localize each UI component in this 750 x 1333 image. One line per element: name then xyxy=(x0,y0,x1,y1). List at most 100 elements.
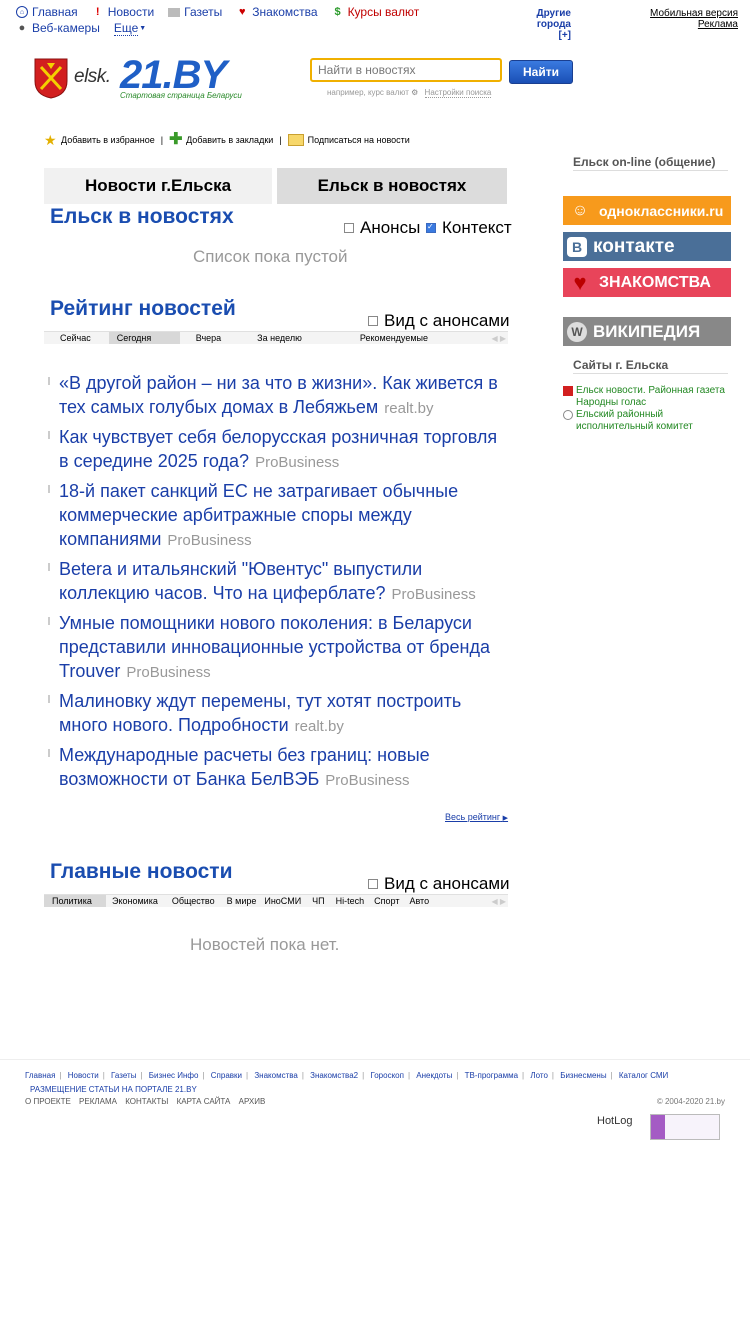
chevron-right-icon: ▶ xyxy=(502,815,509,822)
footer-link[interactable]: Бизнес Инфо xyxy=(149,1071,199,1080)
cat-hitech[interactable]: Hi-tech xyxy=(332,895,369,907)
chevron-down-icon: ▼ xyxy=(139,24,147,32)
city-logo-text: elsk. xyxy=(74,66,111,87)
footer-sub-links: О ПРОЕКТЕ РЕКЛАМА КОНТАКТЫ КАРТА САЙТА А… xyxy=(25,1097,271,1106)
nav-webcams[interactable]: ● Веб-камеры xyxy=(16,21,100,35)
nav-home[interactable]: ⌂ Главная xyxy=(16,5,78,19)
place-article-link[interactable]: РАЗМЕЩЕНИЕ СТАТЬИ НА ПОРТАЛЕ 21.BY xyxy=(30,1085,197,1094)
footer-link[interactable]: Каталог СМИ xyxy=(619,1071,668,1080)
site-link-newspaper[interactable]: Ельск новости. Районная газета Народны г… xyxy=(563,385,728,409)
nav-currency[interactable]: $ Курсы валют xyxy=(332,5,420,19)
other-cities-link[interactable]: Другие города [+] xyxy=(505,8,571,41)
all-rating-link[interactable]: Весь рейтинг ▶ xyxy=(445,812,508,822)
list-item[interactable]: Умные помощники нового поколения: в Бела… xyxy=(48,611,508,685)
mobile-version-link[interactable]: Мобильная версия xyxy=(650,8,738,19)
ads-link[interactable]: Реклама xyxy=(650,19,738,30)
odnoklassniki-icon: ☺ xyxy=(571,201,589,219)
add-favorite-link[interactable]: ★ Добавить в избранное xyxy=(44,133,155,147)
main-announce-checkbox[interactable]: Вид с анонсами xyxy=(368,874,510,894)
footer-link[interactable]: Анекдоты xyxy=(416,1071,452,1080)
vkontakte-banner[interactable]: Bконтакте xyxy=(563,232,731,261)
heart-icon: ♥ xyxy=(239,6,246,18)
list-item[interactable]: Международные расчеты без границ: новые … xyxy=(48,743,508,793)
scroll-arrows-icon[interactable]: ◀ ▶ xyxy=(491,334,508,343)
footer-divider xyxy=(0,1059,750,1060)
mobile-links: Мобильная версия Реклама xyxy=(650,8,738,30)
period-today[interactable]: Сегодня xyxy=(108,332,180,344)
star-icon: ★ xyxy=(44,132,57,148)
rating-announce-checkbox[interactable]: Вид с анонсами xyxy=(368,311,510,331)
context-checkbox[interactable]: Контекст xyxy=(426,218,512,238)
list-item[interactable]: Как чувствует себя белорусская розничная… xyxy=(48,425,508,475)
search-button[interactable]: Найти xyxy=(509,60,573,84)
wikipedia-banner[interactable]: W ВИКИПЕДИЯ xyxy=(563,317,731,346)
footer-link[interactable]: Новости xyxy=(68,1071,99,1080)
cat-sport[interactable]: Спорт xyxy=(368,895,405,907)
main-news-title: Главные новости xyxy=(50,860,233,883)
list-item[interactable]: Малиновку ждут перемены, тут хотят постр… xyxy=(48,689,508,739)
announcements-checkbox[interactable]: Анонсы xyxy=(344,218,420,238)
webcam-icon: ● xyxy=(18,22,26,34)
scroll-arrows-icon[interactable]: ◀ ▶ xyxy=(491,897,508,906)
footer-sub-link[interactable]: КАРТА САЙТА xyxy=(177,1097,231,1106)
period-yesterday[interactable]: Вчера xyxy=(188,332,229,344)
list-item[interactable]: «В другой район – ни за что в жизни». Ка… xyxy=(48,371,508,421)
site-logo[interactable]: 21.BY xyxy=(120,55,227,95)
cat-auto[interactable]: Авто xyxy=(405,895,433,907)
add-bookmark-link[interactable]: ✚ Добавить в закладки xyxy=(169,132,273,148)
nav-newspapers[interactable]: Газеты xyxy=(168,5,222,19)
counter-badge[interactable] xyxy=(650,1114,720,1140)
list-item[interactable]: Betera и итальянский "Ювентус" выпустили… xyxy=(48,557,508,607)
period-week[interactable]: За неделю xyxy=(249,332,310,344)
globe-icon xyxy=(563,410,573,420)
period-now[interactable]: Сейчас xyxy=(44,332,99,344)
footer-sub-link[interactable]: О ПРОЕКТЕ xyxy=(25,1097,71,1106)
no-news-message: Новостей пока нет. xyxy=(190,935,340,954)
cat-politics[interactable]: Политика xyxy=(44,895,106,907)
cat-economy[interactable]: Экономика xyxy=(106,895,164,907)
counter-icon xyxy=(651,1115,665,1139)
cat-incidents[interactable]: ЧП xyxy=(305,895,331,907)
category-bar: Политика Экономика Общество В мире ИноСМ… xyxy=(44,894,508,907)
footer-sub-link[interactable]: КОНТАКТЫ xyxy=(125,1097,168,1106)
footer-links: Главная | Новости | Газеты | Бизнес Инфо | С… xyxy=(25,1071,669,1094)
footer-sub-link[interactable]: РЕКЛАМА xyxy=(79,1097,117,1106)
copyright: © 2004-2020 21.by xyxy=(656,1097,725,1106)
cat-world[interactable]: В мире xyxy=(223,895,261,907)
envelope-icon xyxy=(287,134,304,146)
footer-link[interactable]: ТВ-программа xyxy=(465,1071,518,1080)
nav-news[interactable]: ! Новости xyxy=(92,5,154,19)
checkbox-icon xyxy=(344,223,354,233)
tab-city-in-news[interactable]: Ельск в новостях xyxy=(277,168,507,204)
newspaper-icon xyxy=(168,7,181,17)
period-recommended[interactable]: Рекомендуемые xyxy=(352,332,436,344)
sites-heading: Сайты г. Ельска xyxy=(573,357,728,374)
top-nav: ⌂ Главная ! Новости Газеты ♥ Знакомства $ Ку… xyxy=(16,4,433,36)
subscribe-link[interactable]: Подписаться на новости xyxy=(287,134,410,146)
list-item[interactable]: 18-й пакет санкций ЕС не затрагивает обы… xyxy=(48,479,508,553)
footer-link[interactable]: Лото xyxy=(530,1071,548,1080)
hotlog-badge[interactable]: HotLog xyxy=(597,1115,632,1127)
footer-link[interactable]: Газеты xyxy=(111,1071,136,1080)
footer-link[interactable]: Бизнесмены xyxy=(560,1071,606,1080)
tab-city-news[interactable]: Новости г.Ельска xyxy=(44,168,272,204)
nav-dating[interactable]: ♥ Знакомства xyxy=(236,5,318,19)
footer-link[interactable]: Знакомства2 xyxy=(310,1071,358,1080)
footer-link[interactable]: Главная xyxy=(25,1071,55,1080)
footer-link[interactable]: Знакомства xyxy=(254,1071,298,1080)
cat-society[interactable]: Общество xyxy=(164,895,223,907)
rating-title: Рейтинг новостей xyxy=(50,297,236,320)
site-link-committee[interactable]: Ельский районный исполнительный комитет xyxy=(563,409,728,433)
footer-link[interactable]: Справки xyxy=(211,1071,242,1080)
footer-sub-link[interactable]: АРХИВ xyxy=(239,1097,266,1106)
dating-banner[interactable]: ♥ ЗНАКОМСТВА xyxy=(563,268,731,297)
emblem-icon xyxy=(563,386,573,396)
section-title: Ельск в новостях xyxy=(50,205,234,228)
footer-link[interactable]: Гороскоп xyxy=(370,1071,404,1080)
search-settings-link[interactable]: Настройки поиска xyxy=(424,88,492,98)
odnoklassniki-banner[interactable]: ☺ одноклассники.ru xyxy=(563,196,731,225)
nav-more[interactable]: Еще ▼ xyxy=(113,21,147,36)
cat-inosmi[interactable]: ИноСМИ xyxy=(260,895,305,907)
action-links: ★ Добавить в избранное | ✚ Добавить в закл… xyxy=(44,131,410,148)
search-input[interactable]: Найти в новостях xyxy=(310,58,502,82)
